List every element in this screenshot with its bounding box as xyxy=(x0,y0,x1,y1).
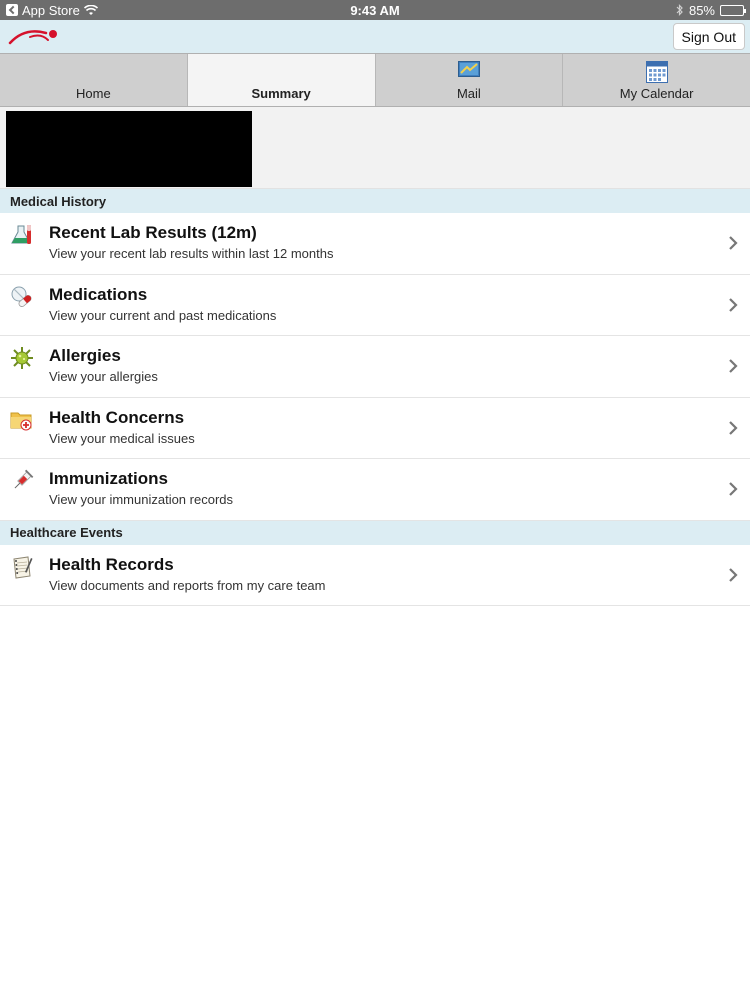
chevron-right-icon xyxy=(729,359,738,373)
bluetooth-icon xyxy=(676,4,683,16)
item-subtitle: View your recent lab results within last… xyxy=(49,246,334,261)
list-item-recent-lab-results[interactable]: Recent Lab Results (12m) View your recen… xyxy=(0,213,750,275)
battery-icon xyxy=(720,4,746,16)
tab-label: Summary xyxy=(251,86,311,101)
tab-mail[interactable]: Mail xyxy=(375,54,564,106)
tab-home[interactable]: Home xyxy=(0,54,188,106)
item-subtitle: View your medical issues xyxy=(49,430,195,446)
list-item-health-records[interactable]: Health Records View documents and report… xyxy=(0,544,750,606)
allergen-icon xyxy=(11,347,33,369)
section-header-medical-history: Medical History xyxy=(0,189,750,213)
item-subtitle: View your current and past medications xyxy=(49,307,277,323)
chevron-right-icon xyxy=(729,482,738,496)
item-title: Medications xyxy=(49,284,148,304)
status-bar: App Store 9:43 AM 85% xyxy=(0,0,750,20)
pill-icon xyxy=(11,286,32,307)
tab-summary[interactable]: Summary xyxy=(187,54,376,106)
item-title: Immunizations xyxy=(49,469,169,488)
tab-bar: Home Summary Mail My Calendar xyxy=(0,53,750,107)
notepad-icon xyxy=(13,555,33,579)
item-title: Allergies xyxy=(49,346,121,365)
item-title: Health Concerns xyxy=(49,407,185,427)
item-title: Recent Lab Results (12m) xyxy=(49,223,257,242)
lab-flask-icon xyxy=(11,225,31,244)
tab-label: My Calendar xyxy=(619,86,694,101)
tab-label: Mail xyxy=(456,86,481,101)
redacted-patient-info xyxy=(6,111,252,187)
brand-logo-icon xyxy=(8,30,57,45)
item-subtitle: View your allergies xyxy=(49,369,158,384)
back-arrow-icon xyxy=(6,4,18,16)
chevron-right-icon xyxy=(729,420,738,435)
list-item-health-concerns[interactable]: Health Concerns View your medical issues xyxy=(0,397,750,459)
back-app-label: App Store xyxy=(22,2,80,18)
tab-my-calendar[interactable]: My Calendar xyxy=(563,54,750,106)
battery-percent: 85% xyxy=(688,2,715,18)
sign-out-button[interactable]: Sign Out xyxy=(672,23,745,50)
section-header-healthcare-events: Healthcare Events xyxy=(0,520,750,545)
mail-icon xyxy=(457,61,480,77)
item-subtitle: View documents and reports from my care … xyxy=(49,577,326,593)
chevron-right-icon xyxy=(729,236,738,250)
item-title: Health Records xyxy=(49,554,174,574)
list-item-allergies[interactable]: Allergies View your allergies xyxy=(0,336,750,398)
chevron-right-icon xyxy=(729,567,738,582)
chevron-right-icon xyxy=(729,297,738,312)
folder-medical-icon xyxy=(10,412,32,430)
item-subtitle: View your immunization records xyxy=(49,492,233,507)
calendar-icon xyxy=(645,61,668,83)
list-item-medications[interactable]: Medications View your current and past m… xyxy=(0,274,750,336)
app-header: Sign Out xyxy=(0,20,750,53)
patient-banner xyxy=(0,107,750,189)
syringe-icon xyxy=(14,469,34,489)
list-item-immunizations[interactable]: Immunizations View your immunization rec… xyxy=(0,459,750,521)
wifi-icon xyxy=(83,4,98,15)
clock: 9:43 AM xyxy=(350,2,400,18)
tab-label: Home xyxy=(76,86,111,101)
back-to-app[interactable]: App Store xyxy=(6,3,98,18)
